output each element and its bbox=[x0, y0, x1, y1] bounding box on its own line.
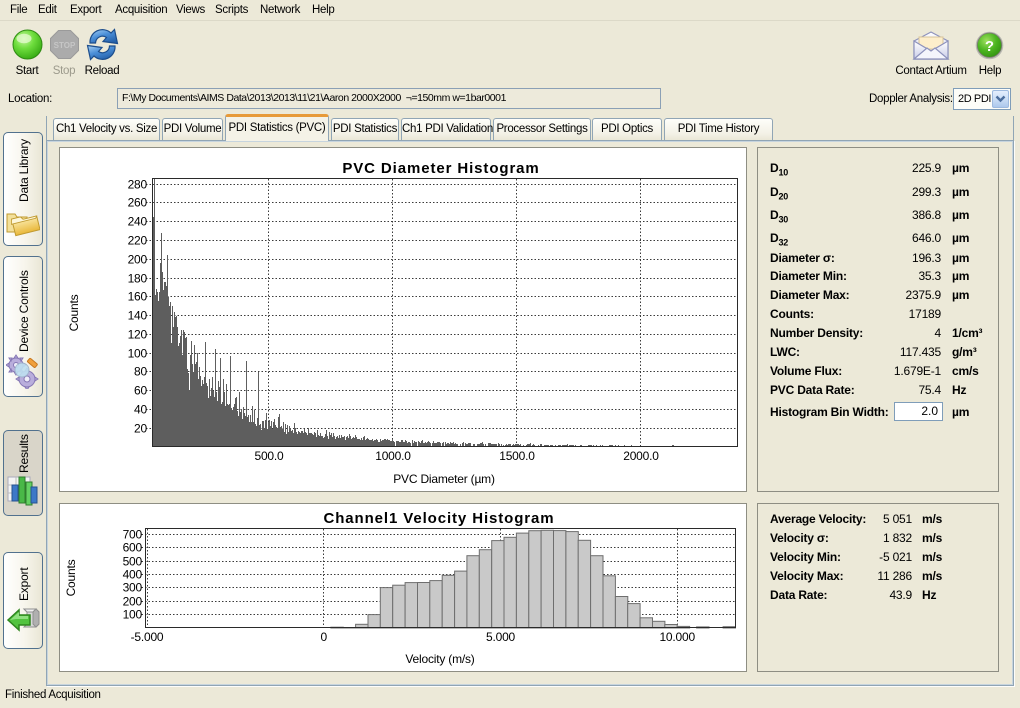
svg-text:Counts: Counts bbox=[64, 559, 78, 596]
svg-text:0: 0 bbox=[321, 630, 328, 644]
svg-text:10.000: 10.000 bbox=[659, 630, 695, 644]
svg-text:Channel1 Velocity Histogram: Channel1 Velocity Histogram bbox=[323, 510, 554, 527]
svg-text:Velocity (m/s): Velocity (m/s) bbox=[405, 652, 474, 666]
svg-text:5.000: 5.000 bbox=[486, 630, 516, 644]
svg-text:-5.000: -5.000 bbox=[131, 630, 164, 644]
svg-text:400: 400 bbox=[123, 568, 143, 582]
svg-text:200: 200 bbox=[123, 595, 143, 609]
svg-text:600: 600 bbox=[123, 541, 143, 555]
svg-text:100: 100 bbox=[123, 608, 143, 622]
svg-text:500: 500 bbox=[123, 555, 143, 569]
svg-text:700: 700 bbox=[123, 528, 143, 542]
svg-text:300: 300 bbox=[123, 581, 143, 595]
